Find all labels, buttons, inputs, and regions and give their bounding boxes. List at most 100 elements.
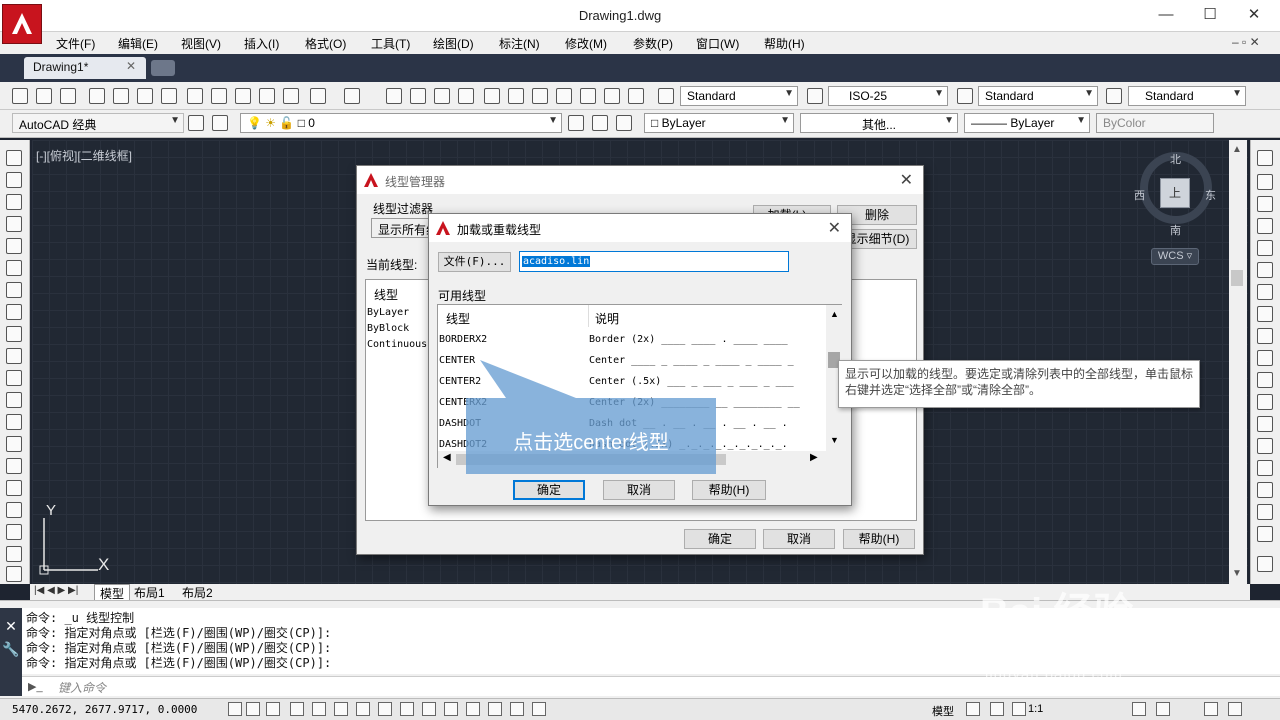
chamfer-icon[interactable]: [1257, 460, 1273, 476]
break-icon[interactable]: [1257, 416, 1273, 432]
annotation-visibility-icon[interactable]: [1012, 702, 1026, 716]
tab-layout1[interactable]: 布局1: [134, 584, 165, 601]
close-window-button[interactable]: ✕: [1232, 4, 1276, 28]
color-select[interactable]: □ ByLayer ▼: [644, 113, 794, 133]
insert-block-icon[interactable]: [6, 392, 22, 408]
new-tab-button[interactable]: [151, 60, 175, 76]
quick-view-drawings-icon[interactable]: [990, 702, 1004, 716]
list-item-name[interactable]: BORDERX2: [439, 334, 487, 345]
save-icon[interactable]: [60, 88, 76, 104]
dim-style-icon[interactable]: [807, 88, 823, 104]
selection-cycling-icon[interactable]: [510, 702, 524, 716]
join-icon[interactable]: [1257, 438, 1273, 454]
arc-icon[interactable]: [6, 260, 22, 276]
dyn-icon[interactable]: [422, 702, 436, 716]
paste-block-icon[interactable]: [259, 88, 275, 104]
document-tab[interactable]: Drawing1* ✕: [24, 57, 146, 79]
help-button[interactable]: 帮助(H): [843, 529, 915, 549]
scroll-right-icon[interactable]: ▶: [810, 452, 818, 463]
menu-parameters[interactable]: 参数(P): [633, 35, 673, 52]
polygon-icon[interactable]: [6, 216, 22, 232]
list-item-desc[interactable]: Center (.5x) ___ _ ___ _ ___ _ ___: [589, 376, 794, 387]
calculator-icon[interactable]: [604, 88, 620, 104]
menu-dimension[interactable]: 标注(N): [499, 35, 540, 52]
ok-button[interactable]: 确定: [684, 529, 756, 549]
revcloud-icon[interactable]: [6, 304, 22, 320]
scale-icon[interactable]: [1257, 306, 1273, 322]
list-item[interactable]: ByLayer: [367, 307, 409, 318]
viewport-controls[interactable]: [-][俯视][二维线框]: [36, 147, 132, 164]
menu-window[interactable]: 窗口(W): [696, 35, 739, 52]
coordinates-display[interactable]: 5470.2672, 2677.9717, 0.0000: [12, 703, 197, 716]
print-icon[interactable]: [89, 88, 105, 104]
copy-icon[interactable]: [211, 88, 227, 104]
ellipse-icon[interactable]: [6, 348, 22, 364]
snap-icon[interactable]: [246, 702, 260, 716]
menu-format[interactable]: 格式(O): [305, 35, 346, 52]
otrack-icon[interactable]: [378, 702, 392, 716]
scroll-down-icon[interactable]: ▼: [1232, 568, 1242, 579]
layer-select[interactable]: 💡 ☀ 🔓 □ 0 ▼: [240, 113, 562, 133]
publish-icon[interactable]: [137, 88, 153, 104]
trim-icon[interactable]: [1257, 350, 1273, 366]
transparency-icon[interactable]: [466, 702, 480, 716]
preview-icon[interactable]: [113, 88, 129, 104]
close-tab-icon[interactable]: ✕: [126, 59, 136, 73]
erase-icon[interactable]: [1257, 150, 1273, 166]
make-block-icon[interactable]: [6, 414, 22, 430]
layer-state-icon[interactable]: [616, 115, 632, 131]
clean-screen-icon[interactable]: [1228, 702, 1242, 716]
col-description[interactable]: 说明: [595, 310, 619, 327]
gradient-icon[interactable]: [6, 480, 22, 496]
layer-properties-icon[interactable]: [212, 115, 228, 131]
col-linetype[interactable]: 线型: [374, 286, 398, 303]
open-file-icon[interactable]: [36, 88, 52, 104]
scroll-up-icon[interactable]: ▲: [1232, 144, 1242, 155]
list-item-desc[interactable]: Border (2x) ____ ____ . ____ ____: [589, 334, 788, 345]
undo-icon[interactable]: [310, 88, 326, 104]
isolate-objects-icon[interactable]: [1204, 702, 1218, 716]
viewcube-top-face[interactable]: 上: [1160, 178, 1190, 208]
properties-icon[interactable]: [484, 88, 500, 104]
table-style-select[interactable]: Standard ▼: [978, 86, 1098, 106]
menu-file[interactable]: 文件(F): [56, 35, 95, 52]
line-icon[interactable]: [6, 150, 22, 166]
design-center-icon[interactable]: [508, 88, 524, 104]
load-cancel-button[interactable]: 取消: [603, 480, 675, 500]
file-button[interactable]: 文件(F)...: [438, 252, 511, 272]
fillet-icon[interactable]: [1257, 482, 1273, 498]
sheet-set-icon[interactable]: [556, 88, 572, 104]
explode-icon[interactable]: [1257, 526, 1273, 542]
compass-west[interactable]: 西: [1134, 187, 1145, 203]
circle-icon[interactable]: [6, 282, 22, 298]
grid-icon[interactable]: [266, 702, 280, 716]
customize-icon[interactable]: 🔧: [0, 641, 22, 658]
compass-south[interactable]: 南: [1170, 222, 1181, 238]
command-window-handle[interactable]: ✕ 🔧: [0, 608, 22, 696]
scroll-down-icon[interactable]: ▼: [830, 435, 839, 445]
vertical-scrollbar[interactable]: ▲ ▼: [1229, 140, 1247, 584]
layout-nav-icons[interactable]: |◀ ◀ ▶ ▶|: [34, 585, 78, 596]
menu-draw[interactable]: 绘图(D): [433, 35, 474, 52]
osnap-icon[interactable]: [334, 702, 348, 716]
compass-east[interactable]: 东: [1205, 187, 1216, 203]
mdi-controls[interactable]: – ▫ ✕: [1232, 35, 1260, 49]
paste-icon[interactable]: [235, 88, 251, 104]
list-item[interactable]: Continuous: [367, 339, 427, 350]
hatch-icon[interactable]: [6, 458, 22, 474]
multileader-style-icon[interactable]: [1106, 88, 1122, 104]
annotation-monitor-icon[interactable]: [532, 702, 546, 716]
minimize-button[interactable]: —: [1144, 4, 1188, 28]
offset-icon[interactable]: [1257, 218, 1273, 234]
table-style-icon[interactable]: [957, 88, 973, 104]
ducs-icon[interactable]: [400, 702, 414, 716]
multileader-style-select[interactable]: Standard ▼: [1128, 86, 1246, 106]
move-icon[interactable]: [1257, 262, 1273, 278]
region-icon[interactable]: [6, 502, 22, 518]
menu-modify[interactable]: 修改(M): [565, 35, 607, 52]
filename-field[interactable]: acadiso.lin: [519, 251, 789, 272]
blend-icon[interactable]: [1257, 504, 1273, 520]
draworder-icon[interactable]: [1257, 556, 1273, 572]
add-selected-icon[interactable]: [6, 566, 22, 582]
compass-north[interactable]: 北: [1170, 151, 1181, 167]
